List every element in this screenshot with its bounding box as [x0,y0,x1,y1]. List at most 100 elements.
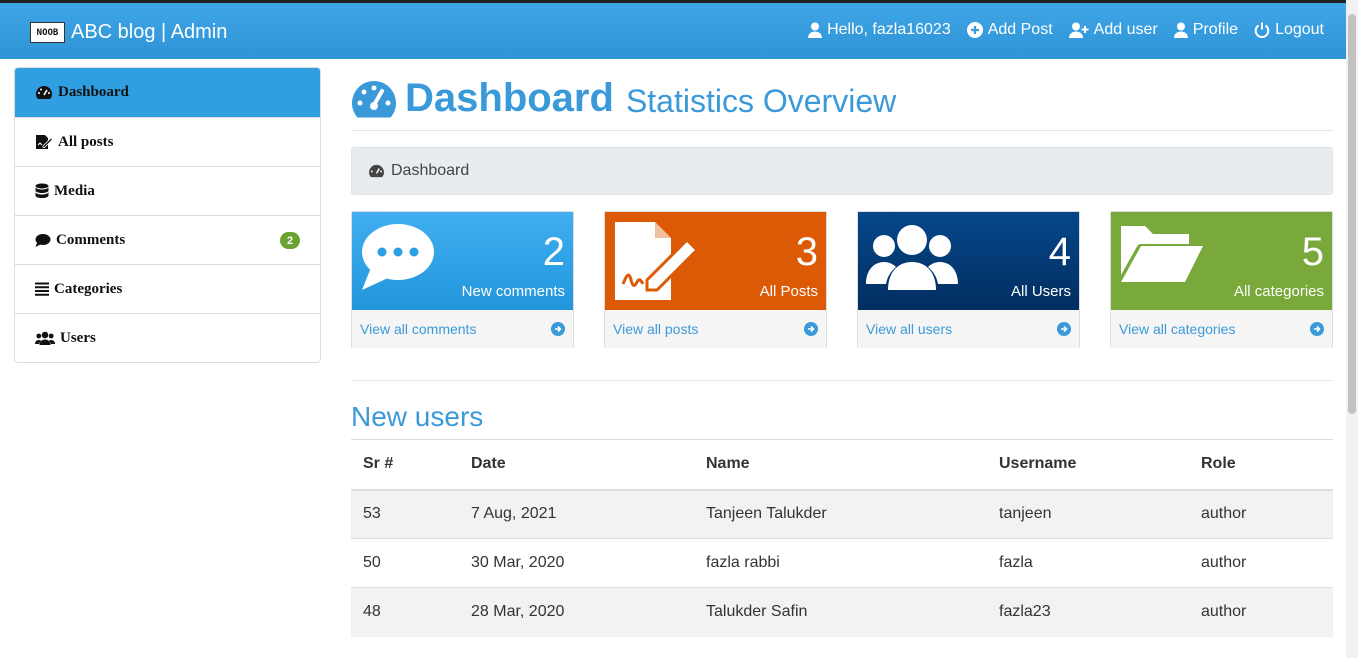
arrow-circle-right-icon [1310,322,1324,336]
nav-logout[interactable]: Logout [1254,21,1324,39]
column-header: Date [471,455,506,473]
sidebar-item-all-posts[interactable]: All posts [15,117,320,166]
sidebar-item-label: Media [54,182,95,199]
nav-add-post[interactable]: Add Post [966,21,1053,39]
user-plus-icon [1068,22,1089,38]
top-navbar: NOOB ABC blog | Admin Hello, fazla16023 … [0,0,1346,59]
comment-icon [35,233,51,247]
nav-profile[interactable]: Profile [1173,21,1238,39]
users-icon [35,331,55,345]
tachometer-icon [369,164,384,178]
user-icon [808,22,823,38]
edit-icon [36,135,53,149]
stat-cards: 2 New comments View all comments 3 All P… [351,211,1333,348]
column-header: Username [999,455,1077,473]
column-header: Name [706,455,750,473]
stat-card-link-text: View all posts [613,321,699,337]
table-cell: Tanjeen Talukder [706,505,827,523]
brand-logo: NOOB [30,22,65,43]
table-cell: 53 [363,505,381,523]
sidebar: Dashboard All posts Media Comments 2 Cat… [14,67,321,363]
file-signature-icon [615,222,700,300]
user-icon [1173,22,1188,38]
stat-card-header: 5 All categories [1111,212,1332,310]
arrow-circle-right-icon [551,322,565,336]
nav-user-greeting[interactable]: Hello, fazla16023 [808,21,951,39]
breadcrumb: Dashboard [351,147,1333,195]
view-all-comments-link[interactable]: View all comments [352,310,573,348]
table-header-row: Sr # Date Name Username Role [351,439,1333,490]
page-title: Dashboard [405,76,614,120]
view-all-users-link[interactable]: View all users [858,310,1079,348]
table-cell: fazla23 [999,603,1051,621]
sidebar-item-label: Categories [54,280,123,297]
stat-card-label: New comments [461,283,565,300]
tachometer-icon [352,80,396,117]
stat-card-label: All Posts [759,283,818,300]
sidebar-item-media[interactable]: Media [15,166,320,215]
stat-card-link-text: View all categories [1119,321,1236,337]
stat-card-count: 2 [542,230,565,274]
table-row: 48 28 Mar, 2020 Talukder Safin fazla23 a… [351,587,1333,637]
table-cell: Talukder Safin [706,603,808,621]
list-icon [35,282,49,296]
table-cell: 28 Mar, 2020 [471,603,565,621]
main-content: Dashboard Statistics Overview Dashboard … [351,67,1333,637]
folder-open-icon [1119,226,1203,282]
stat-card-link-text: View all users [866,321,953,337]
sidebar-item-comments[interactable]: Comments 2 [15,215,320,264]
table-cell: 48 [363,603,381,621]
stat-card-count: 4 [1048,230,1071,274]
stat-card-count: 5 [1301,230,1324,274]
stat-card-header: 2 New comments [352,212,573,310]
sidebar-item-dashboard[interactable]: Dashboard [15,68,320,117]
stat-card-label: All Users [1010,283,1071,300]
table-cell: author [1201,603,1247,621]
nav-add-post-label: Add Post [987,21,1053,38]
sidebar-item-label: Users [60,329,96,346]
stat-card-header: 4 All Users [858,212,1079,310]
sidebar-item-label: Comments [56,231,126,248]
view-all-posts-link[interactable]: View all posts [605,310,826,348]
page-header: Dashboard Statistics Overview [351,67,1333,131]
comment-dots-icon [362,224,434,290]
sidebar-item-label: All posts [58,133,114,150]
page-subtitle: Statistics Overview [625,83,897,119]
nav-user-greeting-label: Hello, fazla16023 [827,21,951,38]
stat-card-header: 3 All Posts [605,212,826,310]
table-cell: 7 Aug, 2021 [471,505,557,523]
sidebar-item-label: Dashboard [58,84,129,100]
stat-card-posts: 3 All Posts View all posts [604,211,827,348]
sidebar-item-categories[interactable]: Categories [15,264,320,313]
section-divider [351,380,1333,381]
brand[interactable]: NOOB ABC blog | Admin [30,21,227,44]
table-cell: fazla rabbi [706,554,780,571]
new-users-table: Sr # Date Name Username Role 53 7 Aug, 2… [351,439,1333,637]
table-row: 53 7 Aug, 2021 Tanjeen Talukder tanjeen … [351,489,1333,539]
users-icon [866,225,958,290]
stat-card-link-text: View all comments [360,321,477,337]
table-cell: fazla [999,554,1033,571]
view-all-categories-link[interactable]: View all categories [1111,310,1332,348]
navbar-links: Hello, fazla16023 Add Post Add user Prof… [808,21,1324,39]
table-row: 50 30 Mar, 2020 fazla rabbi fazla author [351,538,1333,588]
column-header: Sr # [363,455,394,473]
vertical-scrollbar[interactable] [1346,0,1358,658]
new-users-heading: New users [351,401,484,432]
arrow-circle-right-icon [804,322,818,336]
stat-card-comments: 2 New comments View all comments [351,211,574,348]
stat-card-users: 4 All Users View all users [857,211,1080,348]
table-cell: 30 Mar, 2020 [471,554,565,571]
stat-card-label: All categories [1233,283,1324,300]
plus-circle-icon [966,22,983,38]
column-header: Role [1201,455,1236,473]
database-icon [35,183,49,198]
nav-add-user[interactable]: Add user [1068,21,1158,39]
stat-card-count: 3 [795,230,818,274]
power-icon [1254,22,1270,38]
nav-add-user-label: Add user [1093,21,1158,38]
brand-title[interactable]: ABC blog | Admin [71,21,227,44]
scrollbar-thumb[interactable] [1348,14,1356,414]
sidebar-item-users[interactable]: Users [15,313,320,362]
breadcrumb-current: Dashboard [391,162,470,179]
